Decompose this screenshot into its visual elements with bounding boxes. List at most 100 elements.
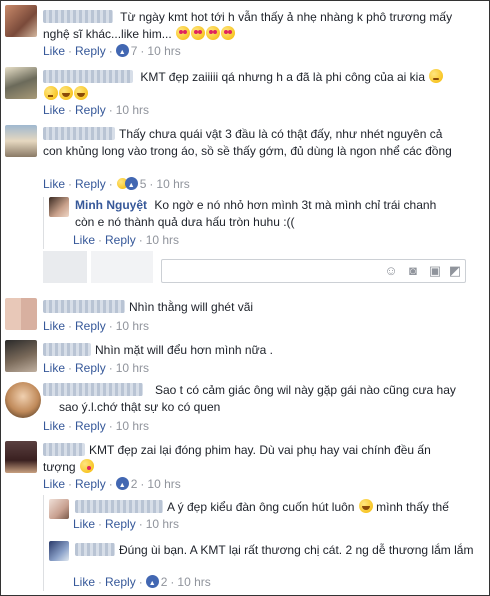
reply-body: A ý đẹp kiểu đàn ông cuốn hút luôn mình … [75, 499, 465, 516]
reply-link[interactable]: Reply [75, 319, 106, 333]
avatar[interactable] [5, 340, 37, 372]
reaction-count[interactable]: 5 [140, 177, 147, 191]
comment-actions: Like · Reply · 10 hrs [43, 319, 149, 334]
kiss-emoji-icon [79, 459, 94, 473]
separator: · [108, 319, 113, 333]
commenter-name[interactable] [43, 127, 115, 140]
separator: · [68, 103, 73, 117]
separator: · [108, 103, 113, 117]
commenter-name[interactable] [43, 300, 125, 313]
comment-text: A ý đẹp kiểu đàn ông cuốn hút luôn [167, 500, 355, 514]
reply-thread-line [43, 495, 44, 591]
like-reaction-icon[interactable] [124, 177, 138, 193]
reply-avatar-placeholder [91, 251, 153, 283]
like-link[interactable]: Like [43, 177, 65, 191]
like-link[interactable]: Like [43, 44, 65, 58]
gif-icon[interactable]: ▣ [428, 264, 442, 278]
commenter-name[interactable]: Minh Nguyệt [75, 198, 147, 212]
timestamp[interactable]: 10 hrs [177, 575, 210, 589]
reply-link[interactable]: Reply [75, 177, 106, 191]
heart-eyes-emoji-icon [191, 26, 206, 40]
like-link[interactable]: Like [73, 575, 95, 589]
timestamp[interactable]: 10 hrs [146, 517, 179, 531]
like-link[interactable]: Like [73, 233, 95, 247]
avatar[interactable] [5, 382, 41, 418]
camera-icon[interactable]: ◙ [406, 264, 420, 278]
like-link[interactable]: Like [43, 361, 65, 375]
separator: · [68, 44, 73, 58]
reaction-count[interactable]: 7 [131, 44, 138, 58]
heart-eyes-emoji-icon [221, 26, 236, 40]
timestamp[interactable]: 10 hrs [116, 103, 149, 117]
avatar[interactable] [5, 125, 37, 157]
avatar[interactable] [49, 541, 69, 561]
emoji-icon[interactable]: ☺ [384, 264, 398, 278]
comment-body: Nhìn mặt will đểu hơn mình nữa . [43, 342, 463, 359]
reply-avatar-placeholder [43, 251, 87, 283]
laughing-emoji-icon [358, 499, 373, 513]
comment-text: KMT đẹp zai lại đóng phim hay. Dù vai ph… [43, 443, 431, 474]
timestamp[interactable]: 10 hrs [116, 361, 149, 375]
commenter-name[interactable] [43, 443, 85, 456]
reply-link[interactable]: Reply [75, 419, 106, 433]
like-link[interactable]: Like [43, 477, 65, 491]
sticker-icon[interactable]: ◩ [448, 264, 462, 278]
reply-link[interactable]: Reply [105, 575, 136, 589]
reply-link[interactable]: Reply [75, 361, 106, 375]
timestamp[interactable]: 10 hrs [147, 44, 180, 58]
reply-body: Đúng ùi bạn. A KMT lại rất thương chị cá… [75, 542, 475, 559]
comment-body: KMT đẹp zaiiiii qá nhưng h a đã là phi c… [43, 69, 463, 103]
reply-link[interactable]: Reply [75, 103, 106, 117]
reply-link[interactable]: Reply [105, 233, 136, 247]
like-link[interactable]: Like [73, 517, 95, 531]
like-reaction-icon[interactable] [115, 477, 129, 493]
reply-link[interactable]: Reply [75, 477, 106, 491]
like-link[interactable]: Like [43, 103, 65, 117]
comment-actions: Like · Reply · 10 hrs [43, 419, 149, 434]
avatar[interactable] [49, 197, 69, 217]
reply-input[interactable]: ☺ ◙ ▣ ◩ [161, 259, 466, 283]
like-link[interactable]: Like [43, 319, 65, 333]
separator: · [138, 233, 143, 247]
avatar[interactable] [49, 499, 69, 519]
timestamp[interactable]: 10 hrs [146, 233, 179, 247]
reply-thread-line [43, 197, 44, 249]
separator: · [98, 517, 103, 531]
timestamp[interactable]: 10 hrs [116, 419, 149, 433]
separator: · [140, 477, 145, 491]
reaction-count[interactable]: 2 [131, 477, 138, 491]
laughing-emoji-icon [59, 86, 73, 100]
commenter-name[interactable] [75, 500, 163, 513]
comment-actions: Like·Reply·2·10 hrs [73, 575, 211, 591]
avatar[interactable] [5, 441, 37, 473]
separator: · [68, 419, 73, 433]
comment-thread-frame: Từ ngày kmt hot tới h vẫn thấy ả nhẹ nhà… [0, 0, 490, 596]
comment-body: Thấy chưa quái vật 3 đầu là có thật đấy,… [43, 126, 453, 160]
smile-emoji-icon [429, 69, 444, 83]
avatar[interactable] [5, 67, 37, 99]
commenter-name[interactable] [43, 343, 91, 356]
reaction-count[interactable]: 2 [161, 575, 168, 589]
timestamp[interactable]: 10 hrs [147, 477, 180, 491]
commenter-name[interactable] [75, 543, 115, 556]
heart-eyes-emoji-icon [206, 26, 221, 40]
reply-link[interactable]: Reply [105, 517, 136, 531]
separator: · [108, 419, 113, 433]
like-link[interactable]: Like [43, 419, 65, 433]
like-reaction-icon[interactable] [145, 575, 159, 591]
separator: · [98, 575, 103, 589]
avatar[interactable] [5, 5, 37, 37]
commenter-name[interactable] [43, 70, 133, 83]
laughing-emoji-icon [74, 86, 88, 100]
timestamp[interactable]: 10 hrs [156, 177, 189, 191]
comment-actions: Like·Reply·5·10 hrs [43, 177, 190, 193]
heart-eyes-emoji-icon [176, 26, 191, 40]
avatar[interactable] [5, 298, 37, 330]
timestamp[interactable]: 10 hrs [116, 319, 149, 333]
reply-link[interactable]: Reply [75, 44, 106, 58]
commenter-name[interactable] [43, 10, 113, 23]
like-reaction-icon[interactable] [115, 44, 129, 60]
separator: · [138, 517, 143, 531]
separator: · [68, 361, 73, 375]
separator: · [149, 177, 154, 191]
